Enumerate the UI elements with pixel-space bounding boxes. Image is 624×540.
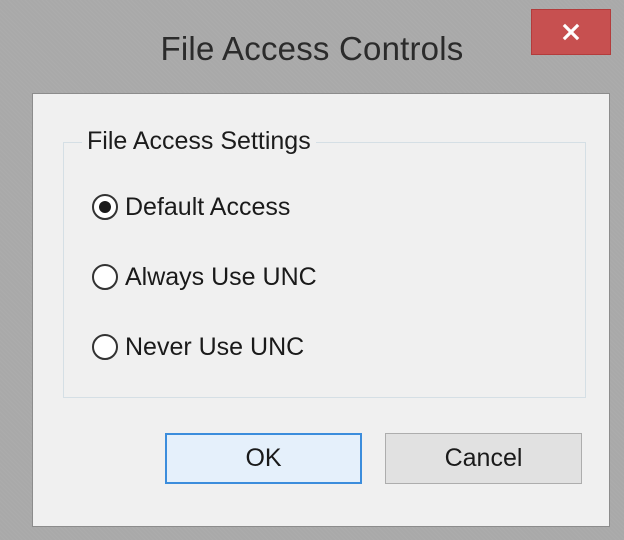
dialog-window: File Access Controls File Access Setting… (0, 0, 624, 540)
radio-button-checked[interactable] (92, 194, 118, 220)
dialog-content: File Access Settings Default Access Alwa… (32, 93, 610, 527)
radio-never-use-unc[interactable]: Never Use UNC (92, 327, 304, 367)
radio-label[interactable]: Always Use UNC (125, 263, 317, 292)
ok-button[interactable]: OK (165, 433, 362, 484)
title-bar[interactable]: File Access Controls (0, 0, 624, 92)
radio-label[interactable]: Default Access (125, 193, 290, 222)
close-button[interactable] (531, 9, 611, 55)
radio-label[interactable]: Never Use UNC (125, 333, 304, 362)
radio-always-use-unc[interactable]: Always Use UNC (92, 257, 317, 297)
close-x-icon (562, 23, 580, 41)
radio-dot-icon (99, 201, 111, 213)
radio-button-unchecked[interactable] (92, 264, 118, 290)
cancel-button[interactable]: Cancel (385, 433, 582, 484)
group-legend: File Access Settings (82, 127, 316, 156)
radio-default-access[interactable]: Default Access (92, 187, 290, 227)
file-access-settings-group: File Access Settings Default Access Alwa… (63, 127, 586, 398)
radio-button-unchecked[interactable] (92, 334, 118, 360)
